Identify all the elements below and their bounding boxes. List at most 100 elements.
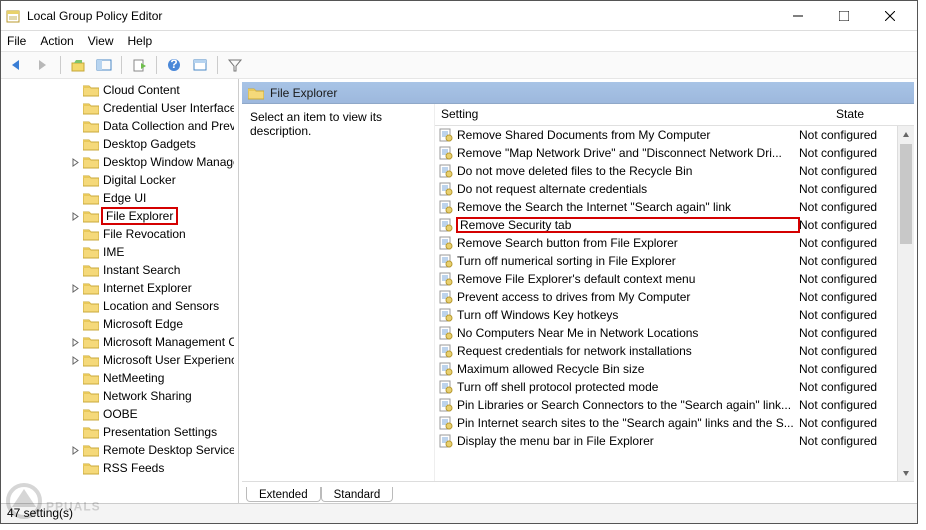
setting-row[interactable]: Request credentials for network installa… bbox=[435, 342, 914, 360]
folder-icon bbox=[83, 101, 99, 115]
folder-icon bbox=[248, 86, 264, 100]
minimize-button[interactable] bbox=[775, 2, 821, 30]
setting-row[interactable]: Pin Internet search sites to the "Search… bbox=[435, 414, 914, 432]
tree-item[interactable]: Desktop Gadgets bbox=[1, 135, 238, 153]
tree-item[interactable]: RSS Feeds bbox=[1, 459, 238, 477]
scroll-up-arrow[interactable] bbox=[898, 126, 914, 143]
setting-row[interactable]: Prevent access to drives from My Compute… bbox=[435, 288, 914, 306]
setting-state: Not configured bbox=[799, 416, 893, 430]
filter-button[interactable] bbox=[223, 54, 247, 76]
scroll-thumb[interactable] bbox=[900, 144, 912, 244]
tree-item[interactable]: Microsoft Management Console bbox=[1, 333, 238, 351]
tab-standard[interactable]: Standard bbox=[321, 487, 394, 502]
forward-button[interactable] bbox=[31, 54, 55, 76]
setting-row[interactable]: Remove Search button from File ExplorerN… bbox=[435, 234, 914, 252]
export-button[interactable] bbox=[127, 54, 151, 76]
expander-icon[interactable] bbox=[69, 282, 81, 294]
tree-item[interactable]: Digital Locker bbox=[1, 171, 238, 189]
setting-row[interactable]: No Computers Near Me in Network Location… bbox=[435, 324, 914, 342]
back-button[interactable] bbox=[5, 54, 29, 76]
tree-item[interactable]: Network Sharing bbox=[1, 387, 238, 405]
setting-state: Not configured bbox=[799, 290, 893, 304]
setting-row[interactable]: Display the menu bar in File ExplorerNot… bbox=[435, 432, 914, 450]
setting-state: Not configured bbox=[799, 200, 893, 214]
menu-action[interactable]: Action bbox=[40, 34, 73, 48]
setting-row[interactable]: Turn off Windows Key hotkeysNot configur… bbox=[435, 306, 914, 324]
tree-item[interactable]: Internet Explorer bbox=[1, 279, 238, 297]
tree-item-label: Microsoft Management Console bbox=[103, 335, 234, 349]
tree-item[interactable]: Location and Sensors bbox=[1, 297, 238, 315]
folder-icon bbox=[83, 191, 99, 205]
setting-name: No Computers Near Me in Network Location… bbox=[457, 326, 799, 340]
tree-item-label: Data Collection and Preview bbox=[103, 119, 234, 133]
folder-icon bbox=[83, 245, 99, 259]
close-button[interactable] bbox=[867, 2, 913, 30]
folder-icon bbox=[83, 227, 99, 241]
setting-state: Not configured bbox=[799, 398, 893, 412]
tree-item[interactable]: Data Collection and Preview bbox=[1, 117, 238, 135]
tree-item[interactable]: Cloud Content bbox=[1, 81, 238, 99]
tab-extended[interactable]: Extended bbox=[246, 487, 321, 502]
menu-help[interactable]: Help bbox=[128, 34, 153, 48]
menu-view[interactable]: View bbox=[88, 34, 114, 48]
expander-icon[interactable] bbox=[69, 444, 81, 456]
setting-row[interactable]: Remove File Explorer's default context m… bbox=[435, 270, 914, 288]
tree-item[interactable]: File Revocation bbox=[1, 225, 238, 243]
tree-item[interactable]: Edge UI bbox=[1, 189, 238, 207]
tree-item[interactable]: Remote Desktop Services bbox=[1, 441, 238, 459]
maximize-button[interactable] bbox=[821, 2, 867, 30]
setting-row[interactable]: Do not request alternate credentialsNot … bbox=[435, 180, 914, 198]
setting-name: Turn off shell protocol protected mode bbox=[457, 380, 799, 394]
body: Cloud Content Credential User Interface Da… bbox=[1, 79, 917, 503]
policy-icon bbox=[439, 236, 453, 250]
tree-item-label: Credential User Interface bbox=[103, 101, 234, 115]
setting-name: Request credentials for network installa… bbox=[457, 344, 799, 358]
policy-icon bbox=[439, 290, 453, 304]
setting-row[interactable]: Pin Libraries or Search Connectors to th… bbox=[435, 396, 914, 414]
help-button[interactable]: ? bbox=[162, 54, 186, 76]
show-hide-tree-button[interactable] bbox=[92, 54, 116, 76]
setting-row[interactable]: Turn off shell protocol protected modeNo… bbox=[435, 378, 914, 396]
column-header-setting[interactable]: Setting bbox=[435, 104, 803, 125]
menubar: File Action View Help bbox=[1, 31, 917, 51]
column-header-state[interactable]: State bbox=[803, 104, 897, 125]
tree-item[interactable]: Microsoft User Experience bbox=[1, 351, 238, 369]
tree-item[interactable]: Presentation Settings bbox=[1, 423, 238, 441]
policy-icon bbox=[439, 272, 453, 286]
setting-row[interactable]: Remove the Search the Internet "Search a… bbox=[435, 198, 914, 216]
setting-row[interactable]: Do not move deleted files to the Recycle… bbox=[435, 162, 914, 180]
properties-button[interactable] bbox=[188, 54, 212, 76]
up-button[interactable] bbox=[66, 54, 90, 76]
tree-item-label: Cloud Content bbox=[103, 83, 180, 97]
setting-row[interactable]: Remove "Map Network Drive" and "Disconne… bbox=[435, 144, 914, 162]
expander-icon[interactable] bbox=[69, 210, 81, 222]
tree-item[interactable]: NetMeeting bbox=[1, 369, 238, 387]
tree-item-label: Microsoft User Experience bbox=[103, 353, 234, 367]
tree-item[interactable]: Credential User Interface bbox=[1, 99, 238, 117]
list-body: Remove Shared Documents from My Computer… bbox=[435, 126, 914, 481]
tree-item[interactable]: Desktop Window Manager bbox=[1, 153, 238, 171]
tree-item[interactable]: File Explorer bbox=[1, 207, 238, 225]
expander-icon[interactable] bbox=[69, 156, 81, 168]
setting-row[interactable]: Turn off numerical sorting in File Explo… bbox=[435, 252, 914, 270]
scroll-down-arrow[interactable] bbox=[898, 464, 914, 481]
expander-icon[interactable] bbox=[69, 336, 81, 348]
folder-icon bbox=[83, 371, 99, 385]
tree-item[interactable]: Microsoft Edge bbox=[1, 315, 238, 333]
expander-icon[interactable] bbox=[69, 354, 81, 366]
policy-icon bbox=[439, 218, 453, 232]
gpedit-window: Local Group Policy Editor File Action Vi… bbox=[0, 0, 918, 524]
vertical-scrollbar[interactable] bbox=[897, 126, 914, 481]
list-header: Setting State bbox=[435, 104, 914, 126]
setting-row[interactable]: Maximum allowed Recycle Bin sizeNot conf… bbox=[435, 360, 914, 378]
setting-state: Not configured bbox=[799, 272, 893, 286]
folder-icon bbox=[83, 335, 99, 349]
tree-item[interactable]: Instant Search bbox=[1, 261, 238, 279]
setting-row[interactable]: Remove Security tabNot configured bbox=[435, 216, 914, 234]
tree-item[interactable]: OOBE bbox=[1, 405, 238, 423]
tabs-bottom: Extended Standard bbox=[242, 481, 914, 503]
menu-file[interactable]: File bbox=[7, 34, 26, 48]
tree-item[interactable]: IME bbox=[1, 243, 238, 261]
setting-row[interactable]: Remove Shared Documents from My Computer… bbox=[435, 126, 914, 144]
setting-name: Remove the Search the Internet "Search a… bbox=[457, 200, 799, 214]
